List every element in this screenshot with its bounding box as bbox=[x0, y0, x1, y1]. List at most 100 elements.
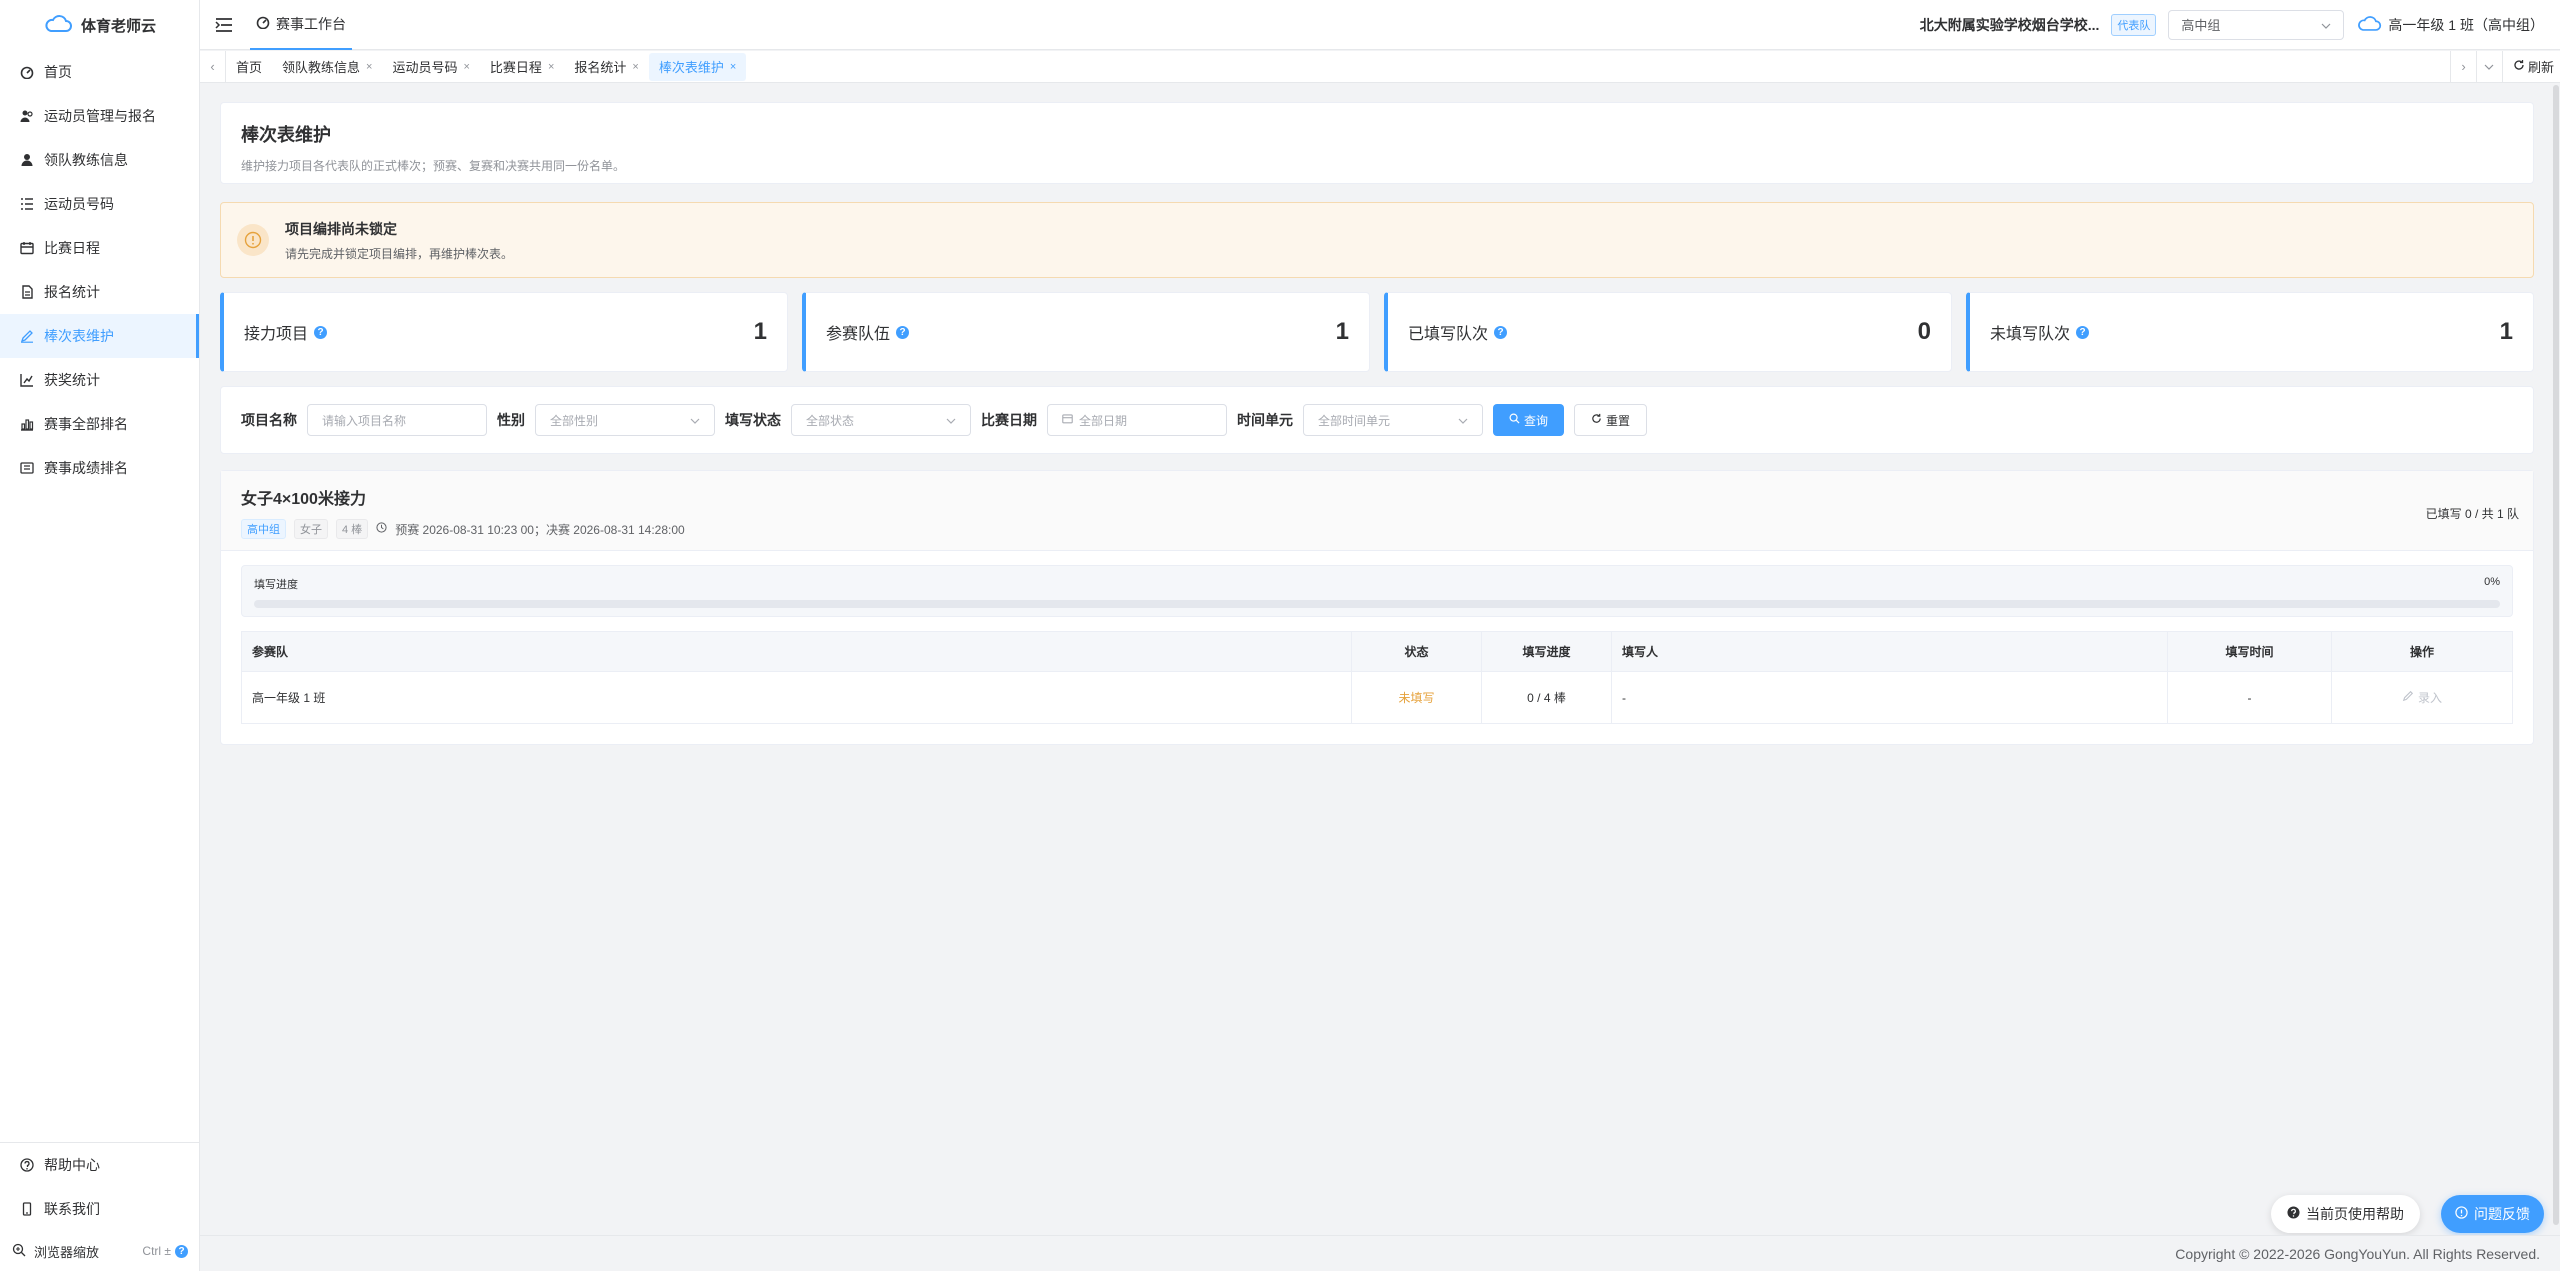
close-icon[interactable]: × bbox=[548, 61, 554, 73]
filter-label-time: 时间单元 bbox=[1237, 412, 1293, 428]
close-icon[interactable]: × bbox=[366, 61, 372, 73]
cell-team: 高一年级 1 班 bbox=[241, 671, 1352, 724]
event-name-input[interactable]: 请输入项目名称 bbox=[307, 404, 487, 436]
sidebar-item-label: 赛事全部排名 bbox=[44, 416, 128, 432]
sidebar-item-all-rank[interactable]: 赛事全部排名 bbox=[0, 402, 199, 446]
tabs-scroll-left-icon[interactable]: ‹ bbox=[200, 50, 226, 83]
sidebar-item-score-rank[interactable]: 赛事成绩排名 bbox=[0, 446, 199, 490]
col-action: 操作 bbox=[2331, 631, 2513, 672]
filter-label-status: 填写状态 bbox=[725, 412, 781, 428]
brand[interactable]: 体育老师云 bbox=[0, 0, 199, 50]
stats-row: 接力项目? 1 参赛队伍? 1 已填写队次? 0 未填写队次? 1 bbox=[220, 292, 2534, 372]
enter-button-label: 录入 bbox=[2417, 691, 2442, 705]
page-scrollbar[interactable] bbox=[2552, 83, 2560, 1233]
search-button-label: 查询 bbox=[1524, 413, 1549, 428]
sidebar-item-coaches[interactable]: 领队教练信息 bbox=[0, 138, 199, 182]
stat-card-teams: 参赛队伍? 1 bbox=[802, 292, 1370, 372]
sidebar-item-label: 比赛日程 bbox=[44, 240, 100, 256]
tabs-dropdown-icon[interactable] bbox=[2475, 50, 2502, 83]
sidebar-item-home[interactable]: 首页 bbox=[0, 50, 199, 94]
browser-zoom[interactable]: 浏览器缩放 Ctrl ± ? bbox=[0, 1231, 200, 1271]
sidebar-item-label: 赛事成绩排名 bbox=[44, 460, 128, 476]
tab-label: 运动员号码 bbox=[392, 60, 458, 75]
placeholder: 全部状态 bbox=[806, 413, 855, 428]
status-select[interactable]: 全部状态 bbox=[791, 404, 971, 436]
current-class[interactable]: 高一年级 1 班（高中组） bbox=[2356, 13, 2544, 36]
page-title: 棒次表维护 bbox=[241, 125, 331, 145]
sidebar-item-label: 首页 bbox=[44, 64, 72, 80]
alert-title: 项目编排尚未锁定 bbox=[285, 220, 397, 237]
scrollbar-thumb[interactable] bbox=[2553, 85, 2559, 1225]
enter-button[interactable]: 录入 bbox=[2402, 689, 2442, 706]
cell-status: 未填写 bbox=[1351, 671, 1482, 724]
tab-label: 首页 bbox=[236, 60, 263, 75]
page-header-card: 棒次表维护 维护接力项目各代表队的正式棒次；预赛、复赛和决赛共用同一份名单。 bbox=[220, 102, 2534, 184]
chevron-down-icon bbox=[2321, 17, 2331, 32]
question-icon[interactable]: ? bbox=[1494, 325, 1508, 339]
sidebar-item-schedule[interactable]: 比赛日程 bbox=[0, 226, 199, 270]
table-header-row: 参赛队 状态 填写进度 填写人 填写时间 操作 bbox=[241, 631, 2513, 672]
stat-card-relay-events: 接力项目? 1 bbox=[220, 292, 788, 372]
stat-label: 接力项目 bbox=[244, 326, 309, 343]
group-select[interactable]: 高中组 bbox=[2168, 9, 2345, 40]
school-name: 北大附属实验学校烟台学校... bbox=[1919, 16, 2100, 33]
question-icon[interactable]: ? bbox=[2076, 325, 2090, 339]
col-status: 状态 bbox=[1351, 631, 1482, 672]
question-icon[interactable]: ? bbox=[314, 325, 328, 339]
sidebar-item-stats[interactable]: 报名统计 bbox=[0, 270, 199, 314]
sidebar-item-awards[interactable]: 获奖统计 bbox=[0, 358, 199, 402]
page-help-button[interactable]: 当前页使用帮助 bbox=[2271, 1195, 2420, 1233]
chevron-down-icon bbox=[1458, 413, 1468, 427]
question-icon[interactable]: ? bbox=[896, 325, 910, 339]
tab-coaches[interactable]: 领队教练信息 × bbox=[272, 53, 382, 81]
class-name: 高一年级 1 班（高中组） bbox=[2388, 16, 2544, 33]
time-unit-select[interactable]: 全部时间单元 bbox=[1303, 404, 1483, 436]
sidebar-item-label: 报名统计 bbox=[44, 284, 100, 300]
filter-bar: 项目名称 请输入项目名称 性别 全部性别 填写状态 全部状态 比赛日期 全部日期… bbox=[220, 386, 2534, 454]
close-icon[interactable]: × bbox=[632, 61, 638, 73]
tab-numbers[interactable]: 运动员号码 × bbox=[382, 53, 479, 81]
col-progress: 填写进度 bbox=[1481, 631, 1612, 672]
collapse-menu-icon[interactable] bbox=[200, 0, 248, 50]
chevron-down-icon bbox=[690, 413, 700, 427]
refresh-button[interactable]: 刷新 bbox=[2501, 50, 2560, 83]
tab-relay-order[interactable]: 棒次表维护 × bbox=[648, 52, 747, 81]
placeholder: 全部性别 bbox=[550, 413, 599, 428]
sidebar-item-relay-order[interactable]: 棒次表维护 bbox=[0, 314, 199, 358]
event-schedule: 预赛 2026-08-31 10:23 00；决赛 2026-08-31 14:… bbox=[395, 522, 685, 537]
reset-button[interactable]: 重置 bbox=[1574, 404, 1648, 436]
date-picker[interactable]: 全部日期 bbox=[1047, 404, 1227, 436]
refresh-label: 刷新 bbox=[2527, 60, 2554, 75]
tabs-scroll-right-icon[interactable]: › bbox=[2449, 50, 2476, 83]
sidebar-item-athletes[interactable]: 运动员管理与报名 bbox=[0, 94, 199, 138]
sidebar-item-help[interactable]: 帮助中心 bbox=[0, 1143, 200, 1187]
sidebar-item-numbers[interactable]: 运动员号码 bbox=[0, 182, 199, 226]
search-button[interactable]: 查询 bbox=[1493, 404, 1565, 436]
stat-value: 1 bbox=[1335, 318, 1349, 345]
phone-icon bbox=[20, 1202, 34, 1216]
chart-icon bbox=[20, 373, 34, 387]
close-icon[interactable]: × bbox=[463, 61, 469, 73]
tab-stats[interactable]: 报名统计 × bbox=[564, 53, 648, 81]
clock-icon bbox=[376, 522, 387, 536]
cloud-logo-icon bbox=[43, 12, 73, 38]
legs-tag: 4 棒 bbox=[336, 519, 369, 539]
users-icon bbox=[20, 109, 34, 123]
main-content: 棒次表维护 维护接力项目各代表队的正式棒次；预赛、复赛和决赛共用同一份名单。 项… bbox=[220, 102, 2534, 745]
gender-select[interactable]: 全部性别 bbox=[535, 404, 715, 436]
placeholder: 全部时间单元 bbox=[1318, 413, 1391, 428]
filter-label-name: 项目名称 bbox=[241, 412, 297, 428]
sidebar-item-contact[interactable]: 联系我们 bbox=[0, 1187, 200, 1231]
placeholder: 全部日期 bbox=[1079, 413, 1128, 428]
placeholder: 请输入项目名称 bbox=[322, 413, 407, 428]
sidebar-item-label: 帮助中心 bbox=[44, 1157, 100, 1173]
workspace-tab[interactable]: 赛事工作台 bbox=[250, 0, 352, 50]
feedback-button[interactable]: 问题反馈 bbox=[2441, 1195, 2544, 1233]
close-icon[interactable]: × bbox=[730, 61, 736, 73]
tab-schedule[interactable]: 比赛日程 × bbox=[480, 53, 564, 81]
list-icon bbox=[20, 197, 34, 211]
filter-label-date: 比赛日期 bbox=[981, 412, 1037, 428]
question-icon[interactable]: ? bbox=[175, 1244, 188, 1258]
tab-home[interactable]: 首页 bbox=[226, 53, 272, 81]
refresh-icon bbox=[2513, 59, 2525, 74]
